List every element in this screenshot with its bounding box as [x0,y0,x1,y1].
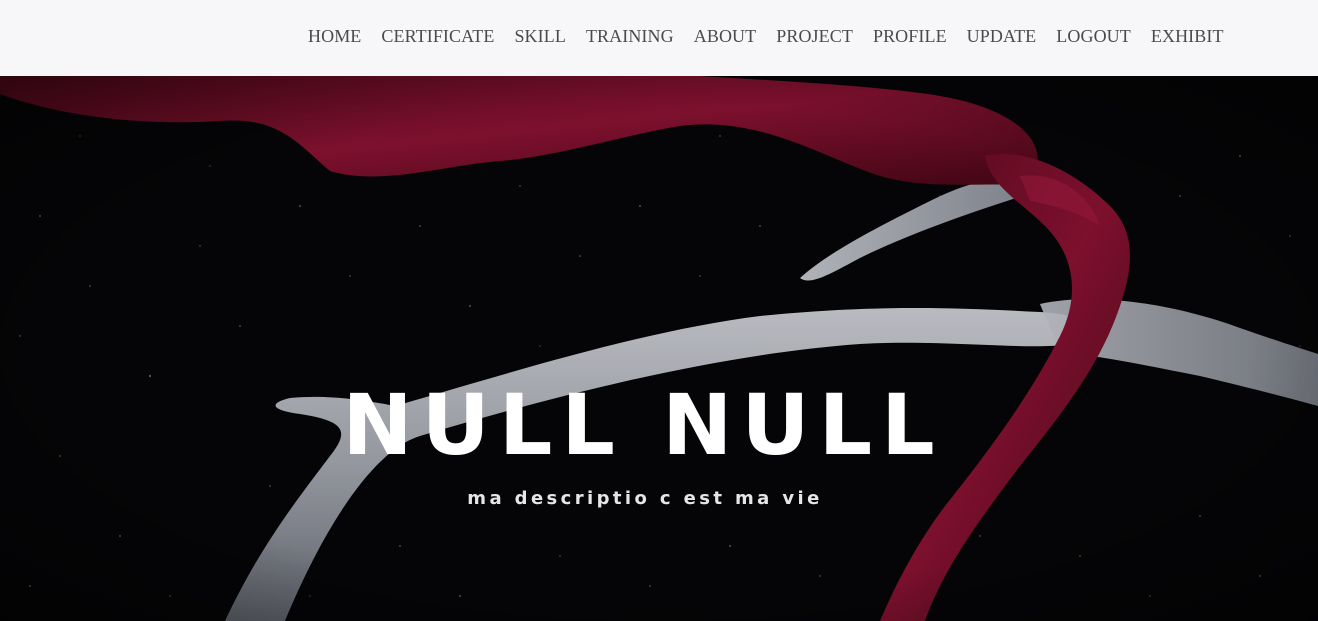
nav-item-logout[interactable]: LOGOUT [1046,22,1141,50]
nav-item-about[interactable]: ABOUT [684,22,767,50]
top-navbar: HOME CERTIFICATE SKILL TRAINING ABOUT PR… [0,0,1318,76]
main-nav: HOME CERTIFICATE SKILL TRAINING ABOUT PR… [298,22,1234,50]
nav-item-project[interactable]: PROJECT [766,22,863,50]
hero-background-image [0,76,1318,621]
nav-item-profile[interactable]: PROFILE [863,22,957,50]
nav-item-training[interactable]: TRAINING [576,22,684,50]
hero-title: NULL NULL [342,376,944,475]
nav-item-skill[interactable]: SKILL [504,22,576,50]
nav-item-update[interactable]: UPDATE [957,22,1047,50]
hero-subtitle: ma descriptio c est ma vie [467,488,823,509]
nav-item-exhibit[interactable]: EXHIBIT [1141,22,1234,50]
hero-section: NULL NULL ma descriptio c est ma vie [0,76,1318,621]
nav-item-certificate[interactable]: CERTIFICATE [371,22,504,50]
nav-item-home[interactable]: HOME [298,22,371,50]
